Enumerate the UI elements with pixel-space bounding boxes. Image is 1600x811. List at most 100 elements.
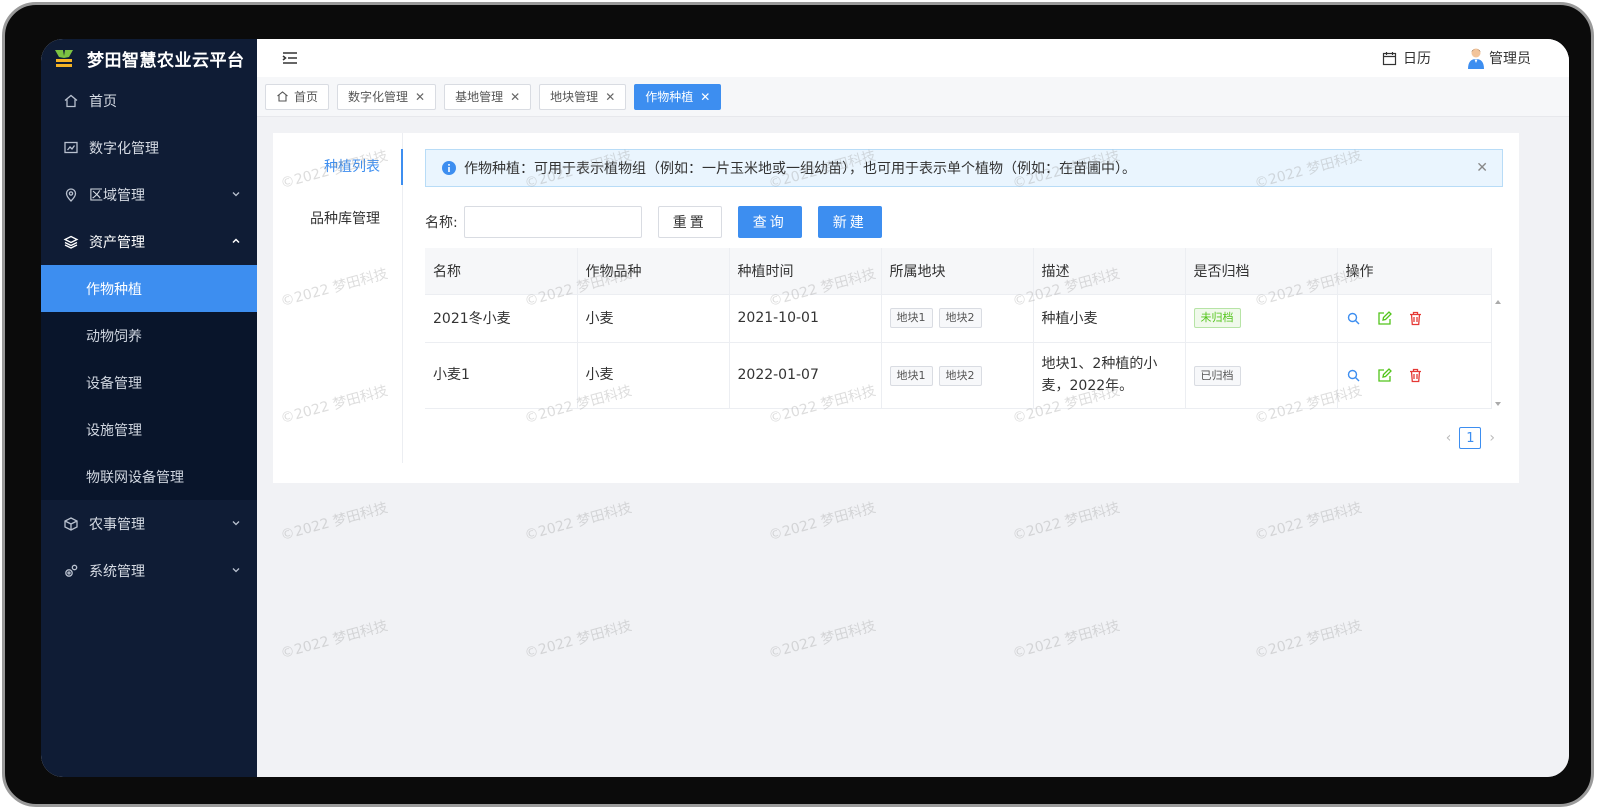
plot-tag: 地块1 [889, 308, 933, 328]
close-icon[interactable]: ✕ [605, 90, 615, 104]
gears-icon [63, 563, 79, 579]
create-button[interactable]: 新建 [817, 206, 882, 238]
sidebar-item-label: 区域管理 [89, 187, 145, 204]
status-badge: 未归档 [1193, 308, 1241, 328]
tab-home[interactable]: 首页 [265, 83, 330, 110]
cell-plots: 地块1 地块2 [881, 342, 1034, 409]
reset-button[interactable]: 重置 [657, 206, 722, 238]
page-number-button[interactable]: 1 [1459, 427, 1482, 449]
location-pin-icon [63, 187, 79, 203]
cell-plots: 地块1 地块2 [881, 294, 1034, 343]
calendar-label: 日历 [1403, 51, 1431, 67]
screen: 梦田智慧农业云平台 首页 数字化管理 区域管理 资产管理 作物种植 动物饲养 设… [41, 39, 1569, 777]
content-card: 种植列表 品种库管理 作物种植：可用于表示植物组（例如：一片玉米地或一组幼苗），… [273, 133, 1519, 483]
column-header: 操作 [1337, 248, 1492, 295]
sidebar-subitem-animal-breeding[interactable]: 动物饲养 [41, 312, 257, 359]
tab-label: 基地管理 [455, 90, 504, 104]
plot-tag: 地块2 [938, 308, 982, 328]
asset-submenu: 作物种植 动物饲养 设备管理 设施管理 物联网设备管理 [41, 265, 257, 500]
next-page-icon[interactable]: › [1489, 430, 1495, 446]
tab-label: 地块管理 [550, 90, 599, 104]
tab-label: 作物种植 [645, 90, 694, 104]
scroll-up-arrow-icon[interactable] [1495, 300, 1501, 304]
layers-icon [63, 234, 79, 250]
sidebar-item-label: 农事管理 [89, 516, 145, 533]
chevron-down-icon [231, 518, 241, 528]
cell-archived: 已归档 [1185, 342, 1338, 409]
info-alert: 作物种植：可用于表示植物组（例如：一片玉米地或一组幼苗），也可用于表示单个植物（… [425, 149, 1503, 187]
watermark: ©2022 梦田科技 [1011, 499, 1122, 544]
tabs-bar: 首页 数字化管理 ✕ 基地管理 ✕ 地块管理 ✕ 作物种植 ✕ [257, 77, 1569, 117]
close-icon[interactable]: ✕ [510, 90, 520, 104]
column-header: 描述 [1033, 248, 1186, 295]
sidebar-subitem-iot-device-management[interactable]: 物联网设备管理 [41, 453, 257, 500]
tab-label: 首页 [294, 90, 319, 104]
table-header-row: 名称 作物品种 种植时间 所属地块 描述 是否归档 操作 [425, 248, 1492, 295]
edit-icon[interactable] [1377, 367, 1392, 383]
column-header: 种植时间 [729, 248, 882, 295]
watermark: ©2022 梦田科技 [1011, 617, 1122, 662]
topbar-actions: 日历 管理员 [1382, 39, 1531, 77]
sidebar-item-farming-management[interactable]: 农事管理 [41, 500, 257, 547]
delete-icon[interactable] [1408, 311, 1423, 326]
view-icon[interactable] [1346, 368, 1361, 383]
menu-toggle-icon[interactable] [281, 49, 299, 67]
watermark: ©2022 梦田科技 [523, 499, 634, 544]
column-header: 名称 [425, 248, 578, 295]
avatar [1468, 48, 1484, 69]
sidebar-subitem-crop-planting[interactable]: 作物种植 [41, 265, 257, 312]
name-input[interactable] [463, 206, 642, 238]
delete-icon[interactable] [1408, 368, 1423, 383]
column-header: 作物品种 [577, 248, 730, 295]
plot-tag: 地块1 [889, 366, 933, 386]
sidebar-item-label: 首页 [89, 93, 117, 110]
sidebar-subitem-facility-management[interactable]: 设施管理 [41, 406, 257, 453]
subnav-planting-list[interactable]: 种植列表 [273, 149, 403, 185]
watermark: ©2022 梦田科技 [279, 617, 390, 662]
table-scrollbar[interactable] [1493, 294, 1503, 410]
alert-text: 作物种植：可用于表示植物组（例如：一片玉米地或一组幼苗），也可用于表示单个植物（… [464, 161, 1136, 177]
sidebar-subitem-equipment-management[interactable]: 设备管理 [41, 359, 257, 406]
cell-archived: 未归档 [1185, 294, 1338, 343]
cell-actions [1337, 342, 1492, 409]
watermark: ©2022 梦田科技 [279, 499, 390, 544]
plot-tag: 地块2 [938, 366, 982, 386]
tab-plot-management[interactable]: 地块管理 ✕ [539, 83, 627, 110]
watermark: ©2022 梦田科技 [767, 499, 878, 544]
watermark: ©2022 梦田科技 [523, 617, 634, 662]
close-icon[interactable]: ✕ [415, 90, 425, 104]
tab-digital-management[interactable]: 数字化管理 ✕ [337, 83, 437, 110]
chevron-up-icon [231, 236, 241, 246]
sidebar-item-system-management[interactable]: 系统管理 [41, 547, 257, 594]
watermark: ©2022 梦田科技 [1253, 499, 1364, 544]
prev-page-icon[interactable]: ‹ [1446, 430, 1452, 446]
chevron-down-icon [231, 189, 241, 199]
close-icon[interactable]: ✕ [700, 90, 710, 104]
tab-crop-planting[interactable]: 作物种植 ✕ [634, 83, 722, 110]
home-icon [276, 90, 289, 103]
sidebar-item-region-management[interactable]: 区域管理 [41, 171, 257, 218]
subnav-variety-library[interactable]: 品种库管理 [273, 201, 402, 237]
user-menu[interactable]: 管理员 [1467, 47, 1531, 69]
sidebar-item-asset-management[interactable]: 资产管理 [41, 218, 257, 265]
edit-icon[interactable] [1377, 310, 1392, 326]
sprout-logo-icon [55, 50, 73, 67]
device-bezel: 梦田智慧农业云平台 首页 数字化管理 区域管理 资产管理 作物种植 动物饲养 设… [2, 2, 1594, 807]
watermark: ©2022 梦田科技 [1253, 617, 1364, 662]
close-icon[interactable]: ✕ [1476, 160, 1488, 176]
cell-desc: 种植小麦 [1033, 294, 1186, 343]
sidebar-item-digital-management[interactable]: 数字化管理 [41, 124, 257, 171]
chevron-down-icon [231, 565, 241, 575]
table-row: 小麦1 小麦 2022-01-07 地块1 地块2 地块1、2种植的小麦，2022… [425, 342, 1492, 409]
scroll-down-arrow-icon[interactable] [1495, 402, 1501, 406]
app-title: 梦田智慧农业云平台 [87, 50, 245, 71]
view-icon[interactable] [1346, 311, 1361, 326]
sidebar-item-home[interactable]: 首页 [41, 77, 257, 124]
query-button[interactable]: 查询 [737, 206, 802, 238]
tab-base-management[interactable]: 基地管理 ✕ [444, 83, 532, 110]
calendar-button[interactable]: 日历 [1382, 48, 1431, 68]
cell-name: 小麦1 [425, 342, 578, 409]
user-name: 管理员 [1489, 51, 1531, 67]
cell-name: 2021冬小麦 [425, 294, 578, 343]
sidebar: 梦田智慧农业云平台 首页 数字化管理 区域管理 资产管理 作物种植 动物饲养 设… [41, 39, 257, 777]
